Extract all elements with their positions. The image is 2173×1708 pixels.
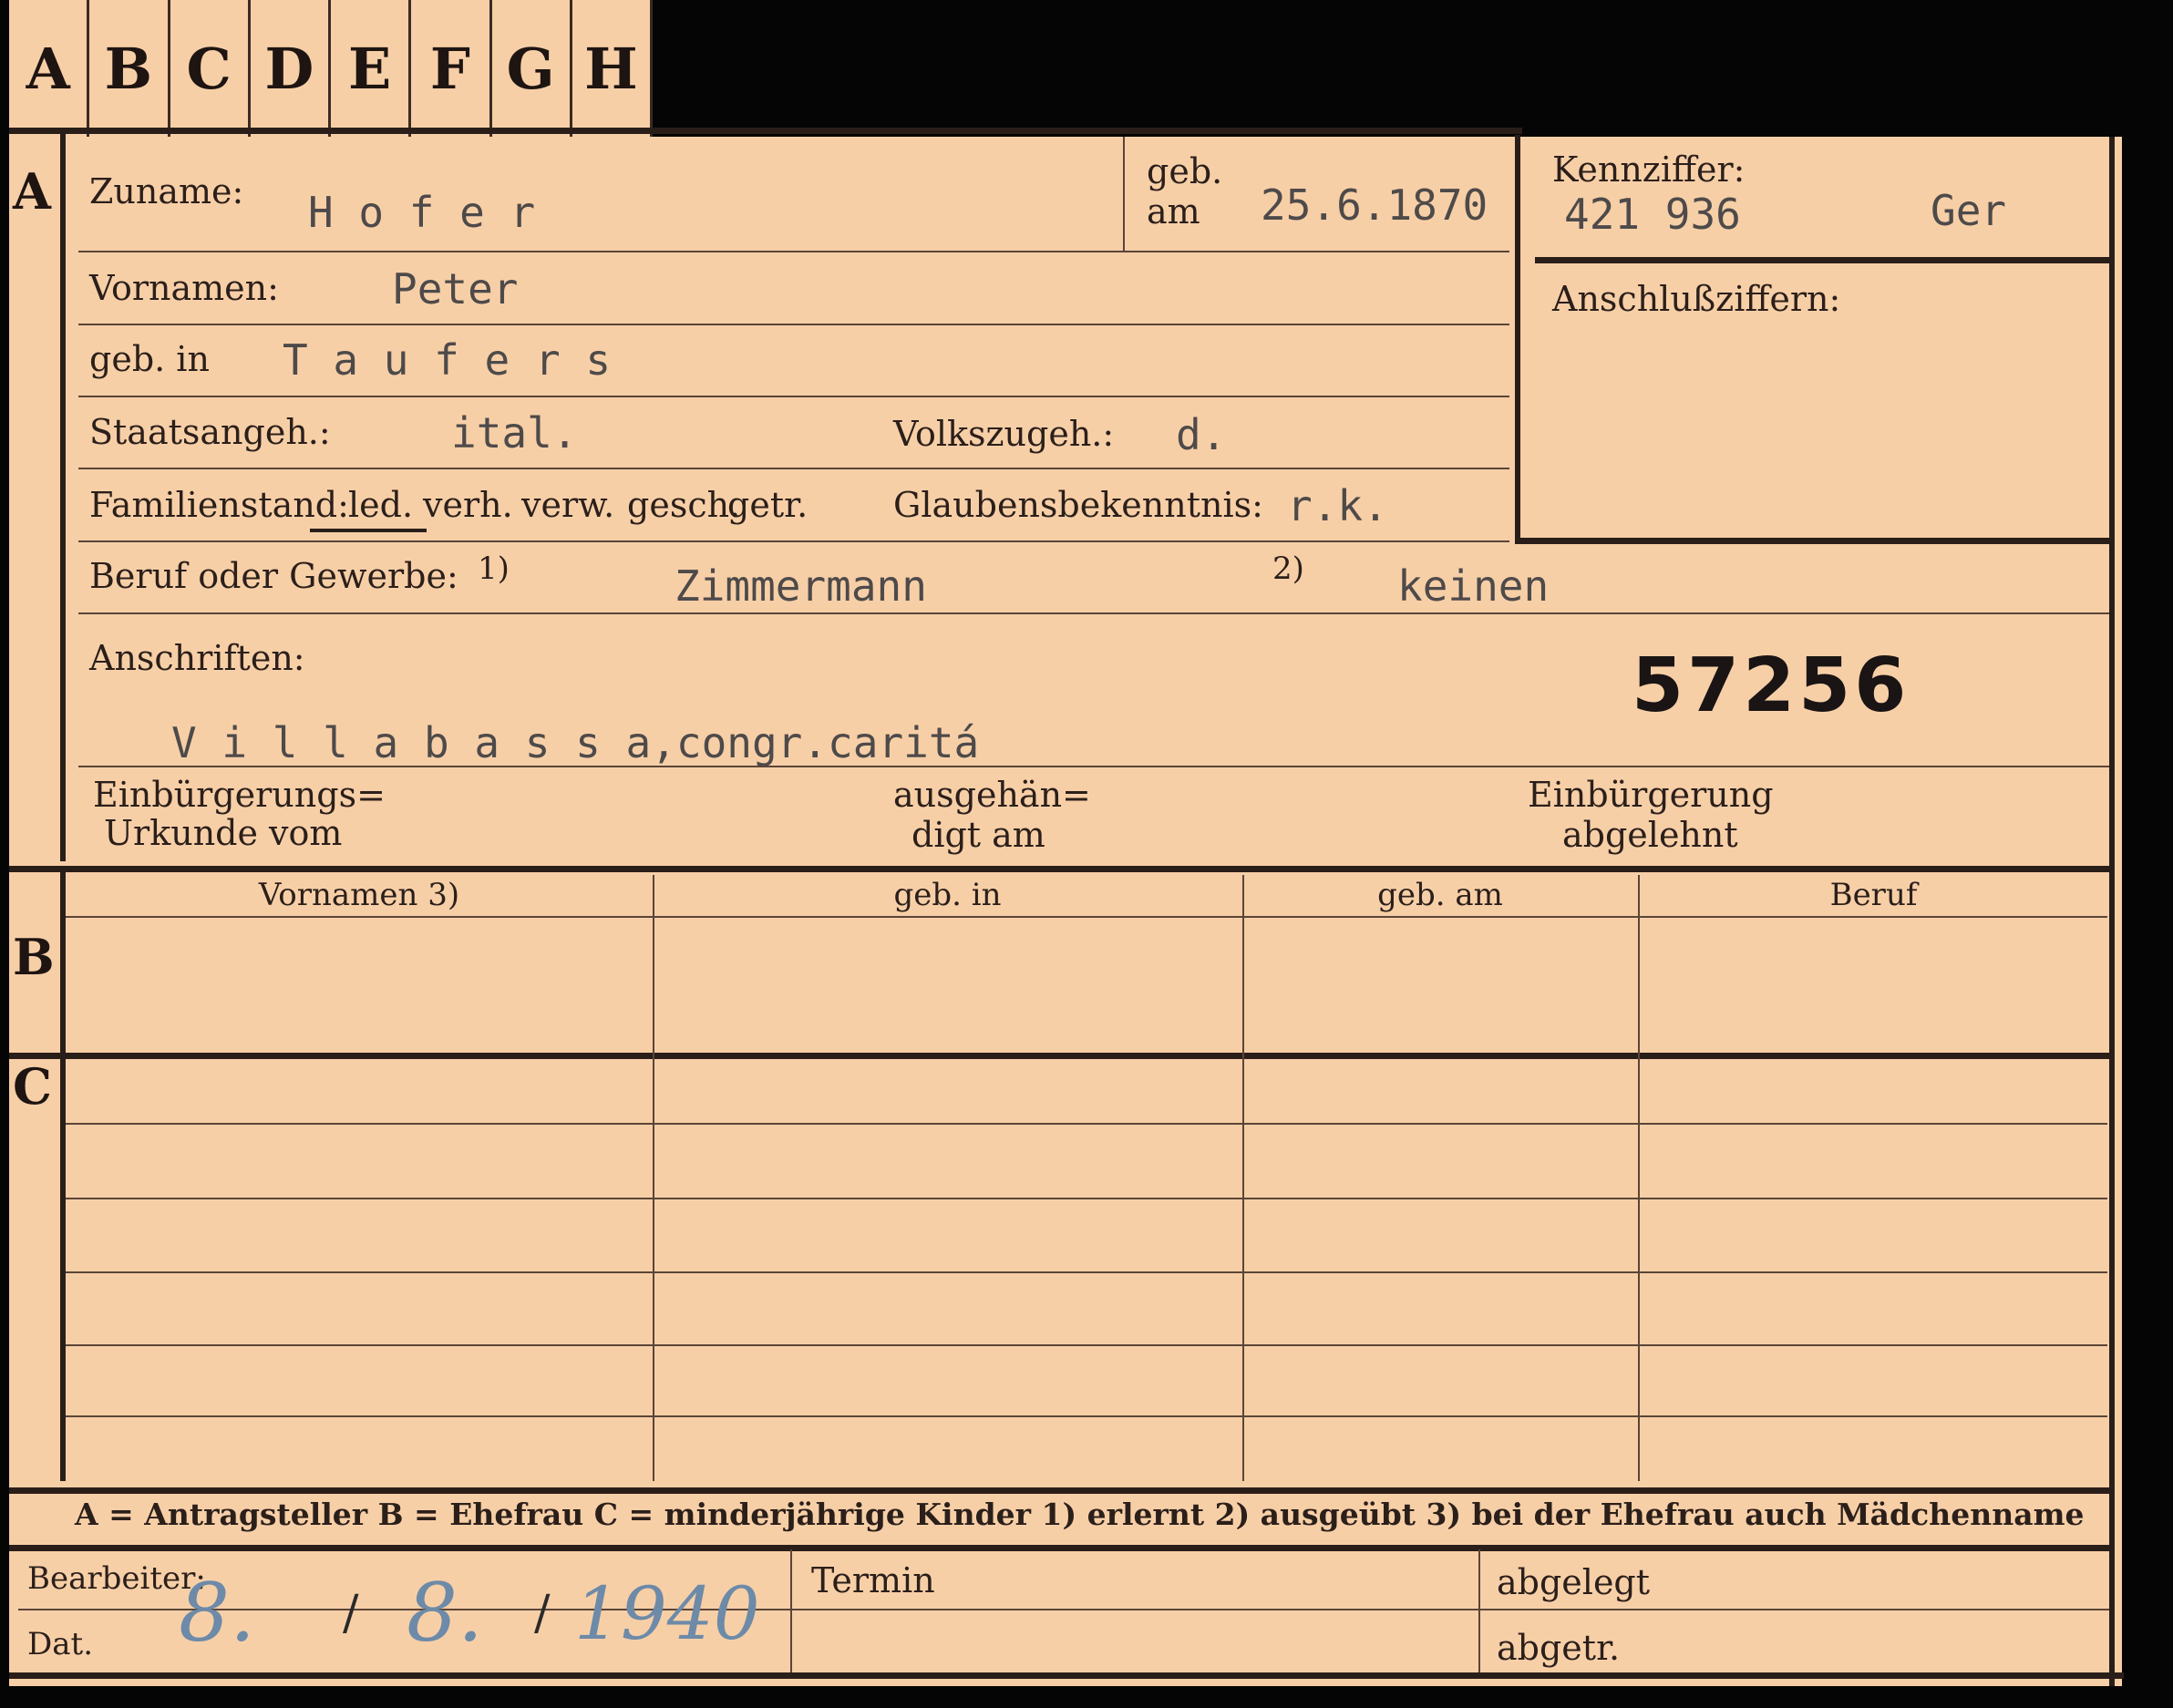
geb-am-label-1: geb. — [1147, 151, 1223, 191]
handwritten-date-month: 8. — [407, 1566, 483, 1660]
index-tabs: A B C D E F G H — [9, 0, 653, 137]
vornamen-label: Vornamen: — [89, 268, 279, 308]
row-line — [78, 540, 1509, 542]
row-line — [78, 396, 1509, 397]
column-header-beruf: Beruf — [1829, 877, 1918, 913]
geb-am-label-2: am — [1147, 191, 1200, 232]
section-c-top — [9, 1053, 2109, 1059]
section-a-marker: A — [13, 162, 51, 221]
card-right-border — [2109, 137, 2115, 1686]
footer-mid-line — [18, 1609, 2109, 1610]
kennziffer-value: 421 936 — [1564, 190, 1741, 239]
staatsangeh-value: ital. — [451, 408, 578, 458]
table-row-line — [66, 1271, 2107, 1273]
section-b-top — [9, 866, 2109, 872]
geb-am-value: 25.6.1870 — [1261, 180, 1488, 230]
familienstand-selected-underline — [310, 529, 427, 532]
column-header-geb-am: geb. am — [1377, 877, 1503, 913]
vornamen-value: Peter — [392, 264, 519, 314]
anschriften-value: V i l l a b a s s a,congr.caritá — [171, 718, 980, 767]
footer-top — [9, 1545, 2109, 1551]
staatsangeh-label: Staatsangeh.: — [89, 412, 331, 452]
zuname-label: Zuname: — [89, 171, 244, 211]
kennziffer-box-bottom — [1515, 538, 2112, 544]
table-row-line — [66, 1415, 2107, 1417]
beruf-label: Beruf oder Gewerbe: — [89, 556, 458, 596]
geb-in-value: T a u f e r s — [283, 335, 612, 385]
geb-in-label: geb. in — [89, 339, 210, 379]
kennziffer-suffix: Ger — [1931, 186, 2007, 235]
kennziffer-label: Kennziffer: — [1552, 149, 1746, 190]
kennziffer-box-left — [1515, 135, 1520, 543]
date-separator-1: / — [343, 1586, 359, 1641]
tab-d[interactable]: D — [251, 0, 331, 137]
einbuergerung-urkunde-label-2: Urkunde vom — [104, 813, 343, 853]
anschlussziffern-label: Anschlußziffern: — [1552, 279, 1841, 319]
beruf-marker-1: 1) — [478, 550, 510, 587]
tab-f[interactable]: F — [411, 0, 492, 137]
glaubensbekenntnis-value: r.k. — [1287, 481, 1388, 530]
column-header-geb-in: geb. in — [893, 877, 1002, 913]
zuname-value: H o f e r — [308, 188, 536, 237]
beruf-ausgeuebt-value: keinen — [1397, 561, 1550, 611]
familienstand-option-getr: getr. — [727, 485, 808, 525]
col-line — [653, 875, 654, 1481]
beruf-erlernt-value: Zimmermann — [675, 561, 927, 611]
handwritten-date-day: 8. — [179, 1566, 255, 1660]
tab-a[interactable]: A — [9, 0, 90, 137]
col-line — [1638, 875, 1640, 1481]
familienstand-label: Familienstand: — [89, 485, 349, 525]
familienstand-option-gesch: gesch. — [627, 485, 741, 525]
column-header-vornamen: Vornamen 3) — [258, 877, 460, 913]
row-line — [78, 324, 1509, 325]
legend-top — [9, 1487, 2109, 1494]
familienstand-option-verh: verh. — [423, 485, 513, 525]
section-a-left-rule — [60, 132, 66, 861]
dat-label: Dat. — [27, 1626, 94, 1662]
card-top-border — [9, 128, 1522, 134]
tab-h[interactable]: H — [572, 0, 653, 137]
ausgehaendigt-label-1: ausgehän= — [893, 775, 1091, 815]
familienstand-option-led: led. — [348, 485, 414, 525]
section-bc-left-rule — [60, 870, 66, 1481]
tab-b[interactable]: B — [89, 0, 170, 137]
date-separator-2: / — [534, 1586, 551, 1641]
table-row-line — [66, 1198, 2107, 1199]
einbuergerung-urkunde-label-1: Einbürgerungs= — [93, 775, 386, 815]
footer-col-line — [1478, 1549, 1480, 1672]
legend: A = Antragsteller B = Ehefrau C = minder… — [75, 1497, 2085, 1532]
footer-col-line — [790, 1549, 792, 1672]
table-row-line — [66, 1344, 2107, 1346]
ausgehaendigt-label-2: digt am — [911, 815, 1045, 855]
col-line — [1242, 875, 1244, 1481]
section-c-marker: C — [13, 1057, 52, 1116]
row-line — [78, 468, 1509, 469]
einbuergerung-abgelehnt-label-1: Einbürgerung — [1528, 775, 1774, 815]
row-line — [78, 251, 1509, 252]
termin-label: Termin — [811, 1560, 935, 1600]
abgelegt-label: abgelegt — [1497, 1562, 1651, 1602]
tab-c[interactable]: C — [170, 0, 251, 137]
tab-e[interactable]: E — [331, 0, 412, 137]
volkszugeh-value: d. — [1176, 410, 1227, 459]
table-header-line — [66, 916, 2107, 918]
abgetr-label: abgetr. — [1497, 1628, 1621, 1668]
anschriften-label: Anschriften: — [89, 638, 305, 678]
beruf-marker-2: 2) — [1272, 550, 1304, 587]
card-number: 57256 — [1632, 643, 1910, 729]
familienstand-option-verw: verw. — [521, 485, 615, 525]
section-b-marker: B — [13, 928, 55, 986]
handwritten-date-year: 1940 — [574, 1571, 760, 1656]
row-line — [78, 612, 2109, 614]
geb-am-divider — [1123, 137, 1125, 251]
table-row-line — [66, 1123, 2107, 1125]
volkszugeh-label: Volkszugeh.: — [893, 414, 1115, 454]
tab-g[interactable]: G — [492, 0, 572, 137]
card-bottom — [9, 1672, 2124, 1679]
einbuergerung-abgelehnt-label-2: abgelehnt — [1562, 815, 1738, 855]
glaubensbekenntnis-label: Glaubensbekenntnis: — [893, 485, 1263, 525]
kennziffer-divider — [1535, 257, 2109, 263]
